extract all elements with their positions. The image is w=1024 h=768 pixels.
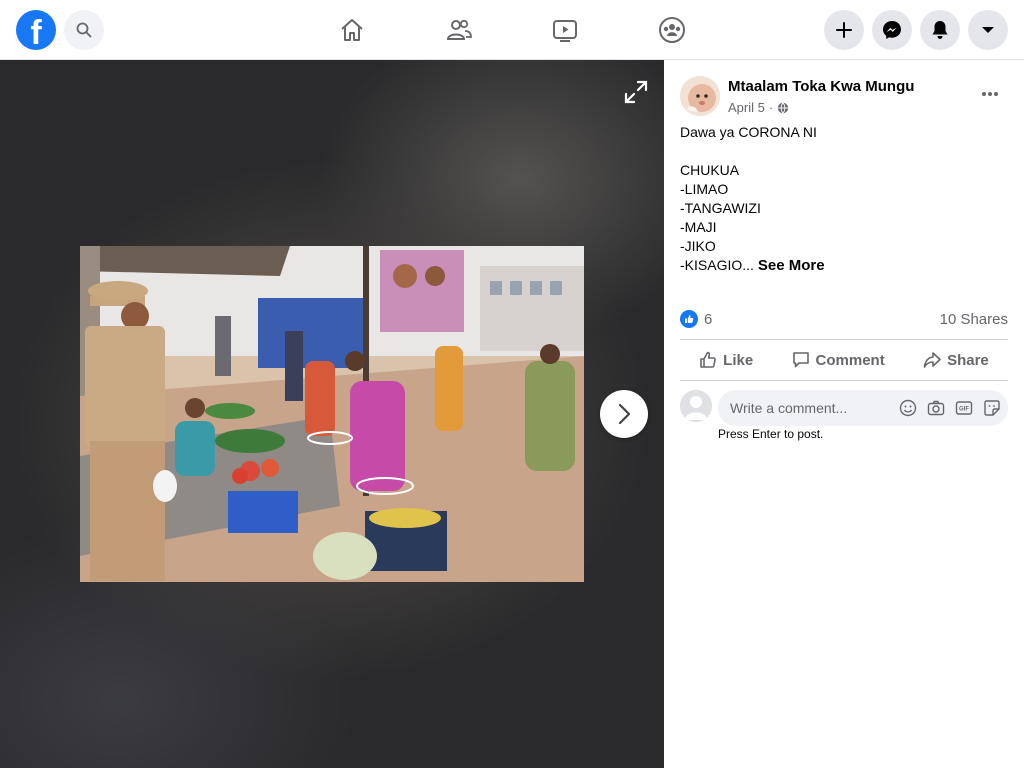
plus-icon [836,22,852,38]
share-button[interactable]: Share [915,345,997,375]
top-navigation-bar: f [0,0,1024,60]
search-icon [76,22,92,38]
like-label: Like [723,351,754,369]
svg-text:GIF: GIF [959,407,969,413]
photo-viewer [0,60,664,768]
nav-watch[interactable] [547,12,583,48]
post-text-line: Dawa ya CORONA NI [680,124,817,140]
next-photo-button[interactable] [600,390,648,438]
account-menu-icon [982,27,994,33]
post-text: Dawa ya CORONA NI CHUKUA -LIMAO -TANGAWI… [680,123,1010,275]
comment-box[interactable]: GIF [718,390,1008,426]
expand-icon [624,80,648,104]
post-date[interactable]: April 5 [728,100,765,115]
create-button[interactable] [824,10,864,50]
see-more-link[interactable]: See More [758,257,825,274]
share-icon [923,352,941,368]
home-icon [341,19,363,41]
comment-button[interactable]: Comment [784,345,893,375]
market-scene-image [80,246,584,582]
comment-label: Comment [815,351,885,369]
notifications-button[interactable] [920,10,960,50]
post-text-line: -LIMAO [680,181,729,197]
gif-button[interactable]: GIF [954,398,974,418]
share-count[interactable]: 10 Shares [940,311,1008,328]
messenger-icon [883,21,901,39]
thumbs-up-icon [700,351,717,368]
logo-letter: f [30,14,42,50]
nav-home[interactable] [334,12,370,48]
meta-separator: · [768,100,774,115]
messenger-button[interactable] [872,10,912,50]
camera-icon [927,400,945,416]
photo-button[interactable] [926,398,946,418]
nav-groups[interactable] [654,12,690,48]
notifications-icon [932,21,948,39]
author-avatar[interactable] [680,76,720,116]
share-label: Share [947,351,989,369]
post-meta: April 5 · [728,100,789,115]
post-details-panel: Mtaalam Toka Kwa Mungu April 5 · Dawa ya… [664,60,1024,768]
search-button[interactable] [64,10,104,50]
gif-icon: GIF [955,401,973,415]
post-text-line: -JIKO [680,238,716,254]
account-menu-button[interactable] [968,10,1008,50]
reaction-count: 6 [704,310,713,328]
comment-hint: Press Enter to post. [718,427,824,441]
groups-icon [659,17,685,43]
baby-avatar-image [680,76,720,116]
emoji-icon [899,399,917,417]
comment-icon [792,352,809,368]
sticker-button[interactable] [982,398,1002,418]
post-text-line: CHUKUA [680,162,740,178]
comment-tools: GIF [898,398,1002,418]
comment-input[interactable] [730,390,880,426]
author-name[interactable]: Mtaalam Toka Kwa Mungu [728,78,914,95]
sticker-icon [984,400,1000,416]
post-text-line: -TANGAWIZI [680,200,761,216]
expand-button[interactable] [622,78,650,106]
post-text-last-line: -KISAGIO... See More [680,256,1010,275]
like-reaction-icon [680,310,698,328]
post-photo [80,246,584,582]
facebook-logo[interactable]: f [16,10,56,50]
like-button[interactable]: Like [691,345,761,375]
post-text-line: -KISAGIO... [680,257,754,273]
post-text-line: -MAJI [680,219,717,235]
comment-composer: GIF [680,390,1008,426]
post-options-button[interactable] [976,80,1004,108]
reaction-count-group[interactable]: 6 [680,310,712,328]
friends-icon [446,19,472,40]
watch-icon [553,20,577,42]
emoji-button[interactable] [898,398,918,418]
current-user-avatar[interactable] [680,390,712,422]
nav-friends[interactable] [441,12,477,48]
reaction-summary: 6 10 Shares [680,308,1008,330]
divider [680,380,1008,381]
chevron-right-icon [618,403,631,425]
globe-icon [778,102,789,113]
default-avatar-icon [680,390,712,422]
post-text-line [680,142,1010,161]
post-actions: Like Comment Share [680,340,1008,380]
more-options-icon [982,92,998,96]
